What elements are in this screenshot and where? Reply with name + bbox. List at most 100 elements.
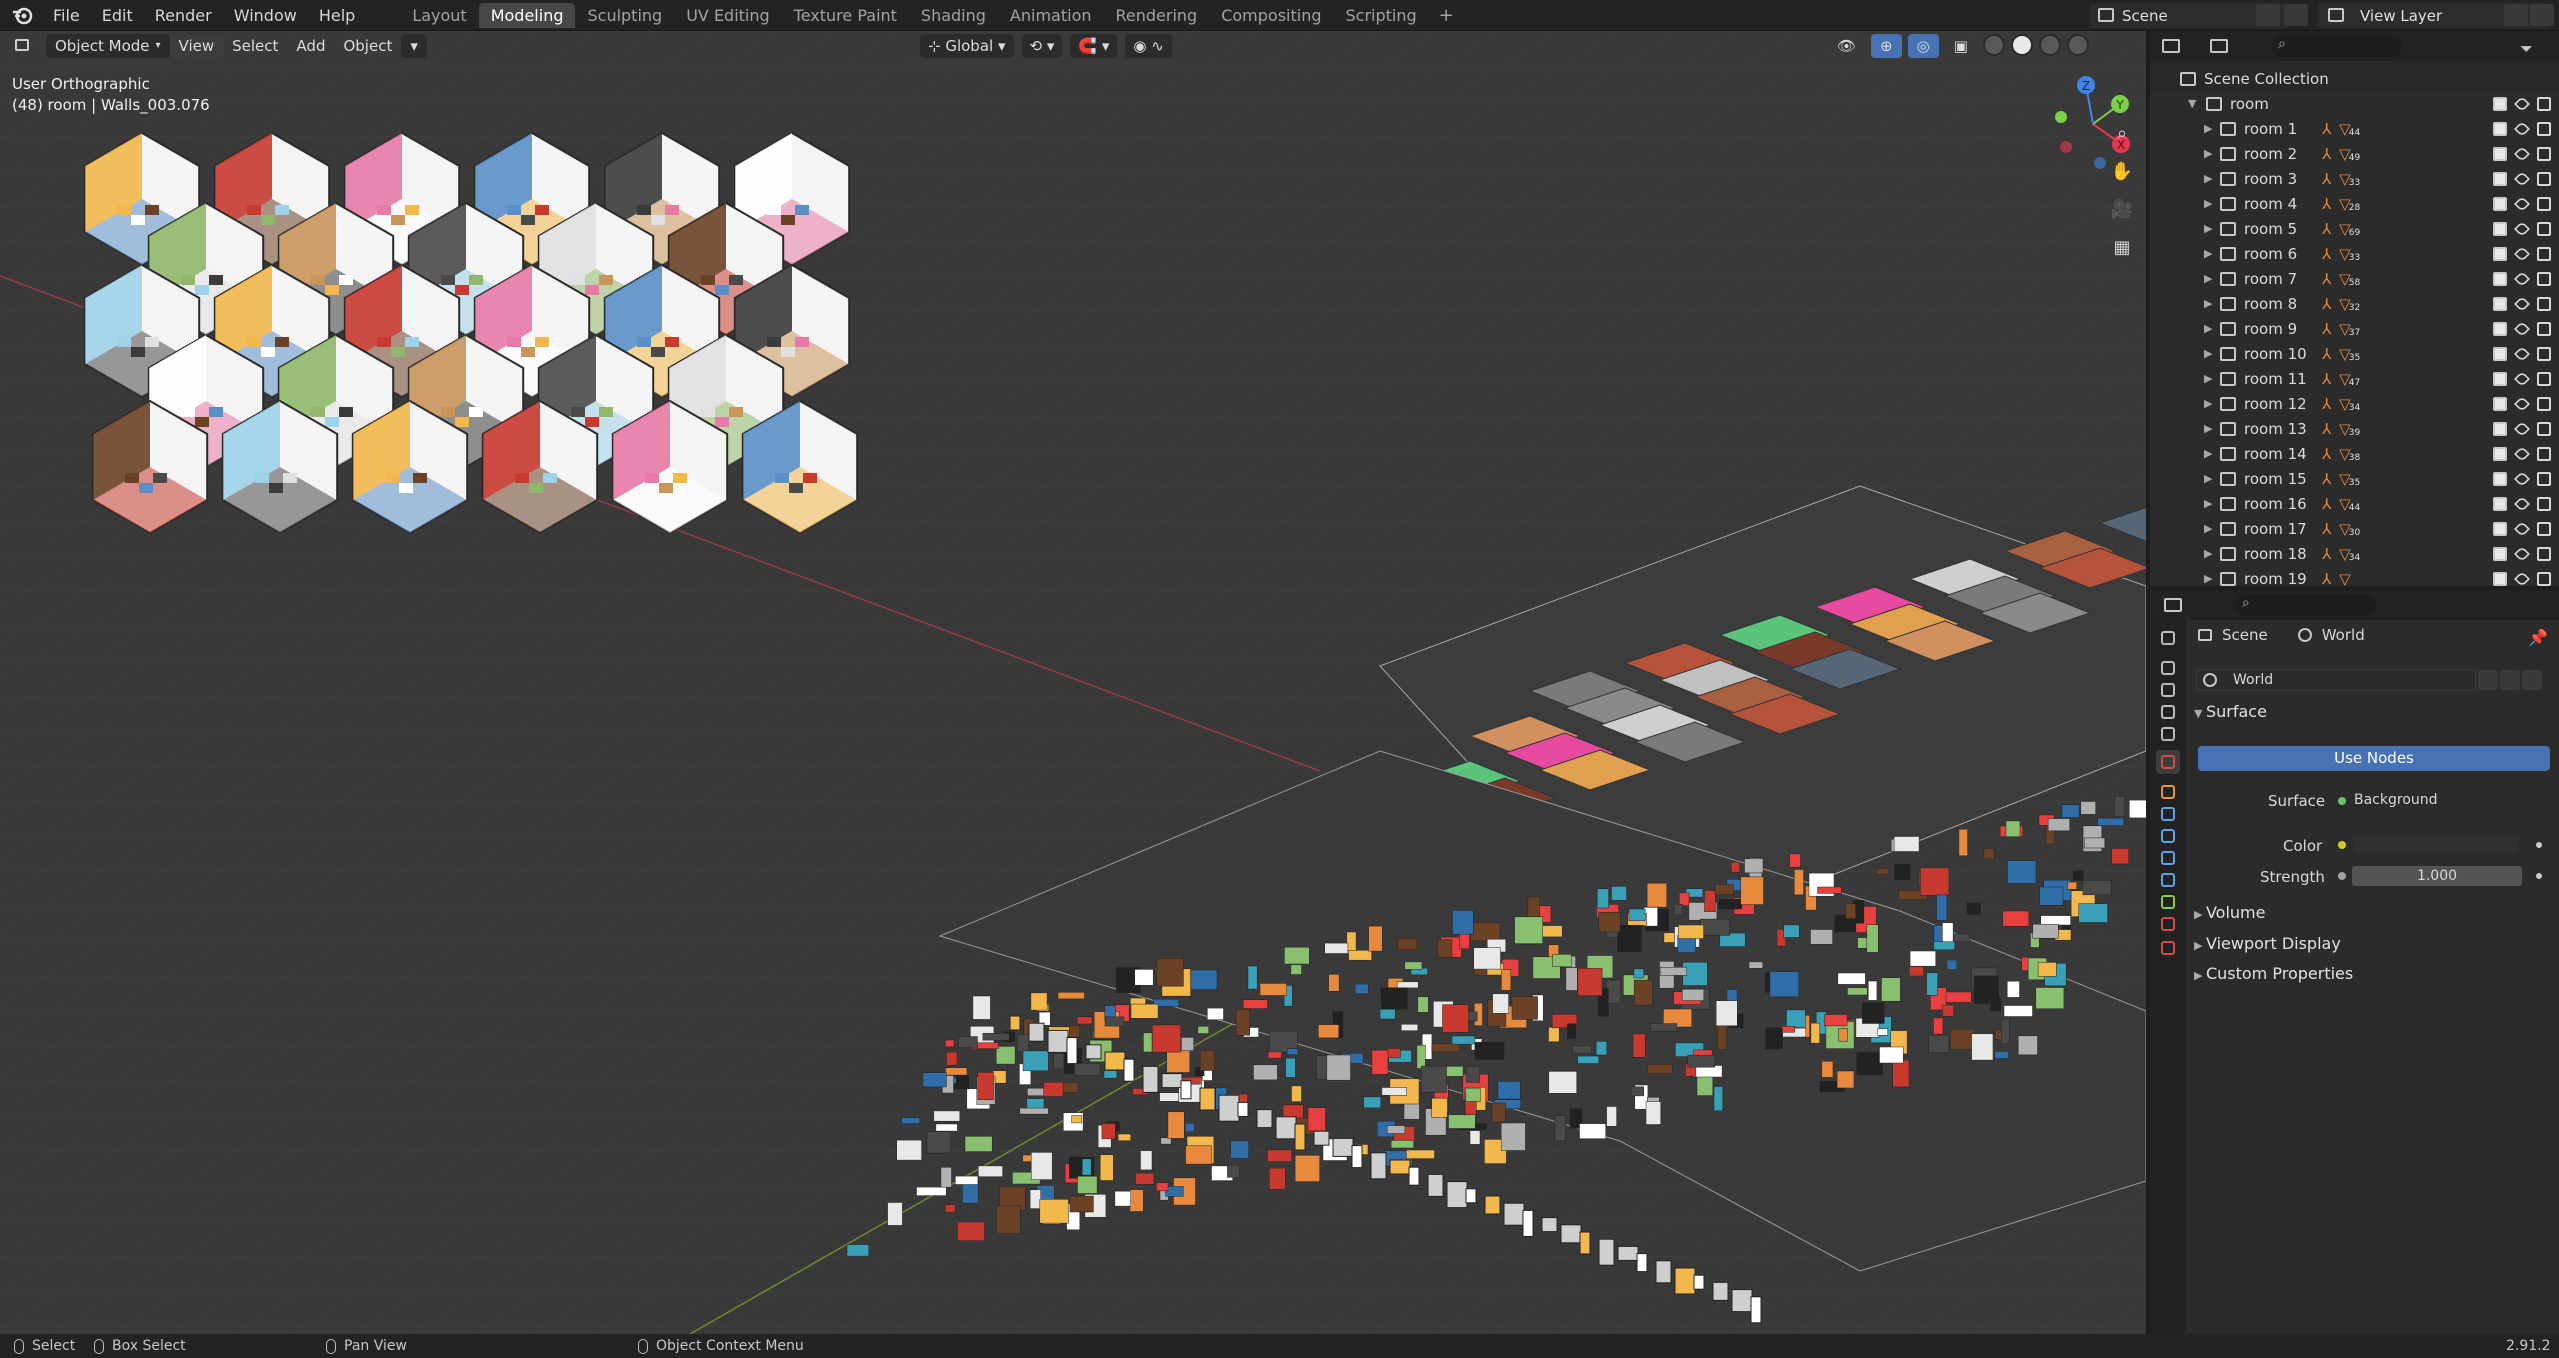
eye-icon[interactable] xyxy=(2514,120,2530,137)
camera-icon[interactable] xyxy=(2537,196,2551,211)
modifier-tab-icon[interactable] xyxy=(2156,802,2180,826)
scene-tab-icon[interactable] xyxy=(2156,722,2180,746)
breadcrumb-world[interactable]: World xyxy=(2322,626,2365,644)
render-tab-icon[interactable] xyxy=(2156,656,2180,680)
chevron-right-icon[interactable]: ▶ xyxy=(2204,372,2216,385)
tab-animation[interactable]: Animation xyxy=(998,3,1104,28)
camera-icon[interactable] xyxy=(2537,96,2551,111)
world-datablock-selector[interactable]: World xyxy=(2196,669,2476,691)
checkbox-icon[interactable] xyxy=(2493,546,2507,561)
outliner-room-row[interactable]: ▶ room 10 ⅄ ▽ 35 xyxy=(2150,341,2559,366)
chevron-right-icon[interactable]: ▶ xyxy=(2204,447,2216,460)
chevron-right-icon[interactable]: ▶ xyxy=(2204,347,2216,360)
pin-icon[interactable]: 📌 xyxy=(2528,628,2548,647)
tab-shading[interactable]: Shading xyxy=(909,3,998,28)
filter-icon[interactable]: ⏷ xyxy=(2520,39,2533,59)
eye-icon[interactable] xyxy=(2514,420,2530,437)
viewport-display-panel-header[interactable]: ▶ Viewport Display xyxy=(2194,934,2341,953)
outliner-room-row[interactable]: ▶ room 7 ⅄ ▽ 58 xyxy=(2150,266,2559,291)
camera-icon[interactable] xyxy=(2537,121,2551,136)
menu-object[interactable]: Object xyxy=(334,34,401,58)
camera-icon[interactable]: 🎥 xyxy=(2108,195,2136,223)
menu-add[interactable]: Add xyxy=(287,34,334,58)
chevron-right-icon[interactable]: ▶ xyxy=(2204,422,2216,435)
snap-toggle[interactable]: 🧲 ▾ xyxy=(1070,34,1118,58)
properties-editor-icon[interactable] xyxy=(2164,598,2182,612)
eye-icon[interactable] xyxy=(2514,320,2530,337)
outliner-editor-icon[interactable] xyxy=(2162,39,2180,53)
delete-view-layer-button[interactable] xyxy=(2530,4,2554,26)
eye-icon[interactable] xyxy=(2514,170,2530,187)
checkbox-icon[interactable] xyxy=(2493,446,2507,461)
camera-icon[interactable] xyxy=(2537,471,2551,486)
outliner-room-row[interactable]: ▶ room 6 ⅄ ▽ 33 xyxy=(2150,241,2559,266)
xray-toggle-icon[interactable]: ▣ xyxy=(1945,34,1977,58)
neg-y-handle[interactable] xyxy=(2055,111,2067,123)
tab-layout[interactable]: Layout xyxy=(400,3,478,28)
chevron-right-icon[interactable]: ▶ xyxy=(2204,297,2216,310)
outliner-room-row[interactable]: ▶ room 1 ⅄ ▽ 44 xyxy=(2150,116,2559,141)
add-workspace-button[interactable]: + xyxy=(1429,5,1464,26)
eye-icon[interactable] xyxy=(2514,495,2530,512)
camera-icon[interactable] xyxy=(2537,496,2551,511)
eye-icon[interactable] xyxy=(2514,545,2530,562)
neg-x-handle[interactable] xyxy=(2060,141,2072,153)
solid-shading-button[interactable] xyxy=(2010,34,2033,56)
strength-field[interactable]: 1.000 xyxy=(2330,865,2524,887)
camera-icon[interactable] xyxy=(2537,371,2551,386)
camera-icon[interactable] xyxy=(2537,346,2551,361)
chevron-right-icon[interactable]: ▶ xyxy=(2204,522,2216,535)
camera-icon[interactable] xyxy=(2537,446,2551,461)
outliner-room-row[interactable]: ▶ room 18 ⅄ ▽ 34 xyxy=(2150,541,2559,566)
tab-uv-editing[interactable]: UV Editing xyxy=(674,3,781,28)
checkbox-icon[interactable] xyxy=(2493,471,2507,486)
physics-tab-icon[interactable] xyxy=(2156,846,2180,870)
display-mode-icon[interactable] xyxy=(2210,39,2228,53)
neg-z-handle[interactable] xyxy=(2094,157,2106,169)
room-collection-row[interactable]: ▼ room xyxy=(2150,91,2559,116)
chevron-right-icon[interactable]: ▶ xyxy=(2204,497,2216,510)
eye-icon[interactable] xyxy=(2514,270,2530,287)
menu-render[interactable]: Render xyxy=(144,0,223,31)
eye-icon[interactable] xyxy=(2514,520,2530,537)
rendered-shading-button[interactable] xyxy=(2066,34,2089,56)
outliner-room-row[interactable]: ▶ room 16 ⅄ ▽ 44 xyxy=(2150,491,2559,516)
tab-sculpting[interactable]: Sculpting xyxy=(575,3,674,28)
chevron-right-icon[interactable]: ▶ xyxy=(2204,147,2216,160)
tab-rendering[interactable]: Rendering xyxy=(1104,3,1210,28)
new-scene-button[interactable] xyxy=(2256,4,2280,26)
checkbox-icon[interactable] xyxy=(2493,271,2507,286)
visibility-icon[interactable]: 👁 xyxy=(1828,34,1865,58)
outliner-room-row[interactable]: ▶ room 15 ⅄ ▽ 35 xyxy=(2150,466,2559,491)
eye-icon[interactable] xyxy=(2514,295,2530,312)
chevron-right-icon[interactable]: ▶ xyxy=(2204,322,2216,335)
checkbox-icon[interactable] xyxy=(2493,346,2507,361)
surface-panel-header[interactable]: ▼ Surface xyxy=(2194,702,2267,721)
eye-icon[interactable] xyxy=(2514,145,2530,162)
chevron-right-icon[interactable]: ▶ xyxy=(2204,172,2216,185)
object-mode-dropdown[interactable]: Object Mode ▾ xyxy=(46,34,170,58)
camera-icon[interactable] xyxy=(2537,146,2551,161)
eye-icon[interactable] xyxy=(2514,245,2530,262)
eye-icon[interactable] xyxy=(2514,195,2530,212)
object-tab-icon[interactable] xyxy=(2156,780,2180,804)
3d-viewport[interactable]: Object Mode ▾ View Select Add Object ▾ ⊹… xyxy=(0,31,2146,1334)
menu-window[interactable]: Window xyxy=(223,0,308,31)
checkbox-icon[interactable] xyxy=(2493,321,2507,336)
outliner-room-row[interactable]: ▶ room 12 ⅄ ▽ 34 xyxy=(2150,391,2559,416)
checkbox-icon[interactable] xyxy=(2493,496,2507,511)
new-view-layer-button[interactable] xyxy=(2504,4,2528,26)
texture-tab-icon[interactable] xyxy=(2156,936,2180,960)
surface-shader-selector[interactable]: Background xyxy=(2330,790,2524,812)
constraints-tab-icon[interactable] xyxy=(2156,868,2180,892)
outliner-room-row[interactable]: ▶ room 19 ⅄ ▽ xyxy=(2150,566,2559,586)
chevron-right-icon[interactable]: ▶ xyxy=(2204,547,2216,560)
checkbox-icon[interactable] xyxy=(2493,371,2507,386)
menu-select[interactable]: Select xyxy=(223,34,287,58)
unlink-world-button[interactable] xyxy=(2522,670,2542,690)
menu-file[interactable]: File xyxy=(42,0,91,31)
checkbox-icon[interactable] xyxy=(2493,221,2507,236)
delete-scene-button[interactable] xyxy=(2284,4,2308,26)
eye-icon[interactable] xyxy=(2514,395,2530,412)
camera-icon[interactable] xyxy=(2537,246,2551,261)
